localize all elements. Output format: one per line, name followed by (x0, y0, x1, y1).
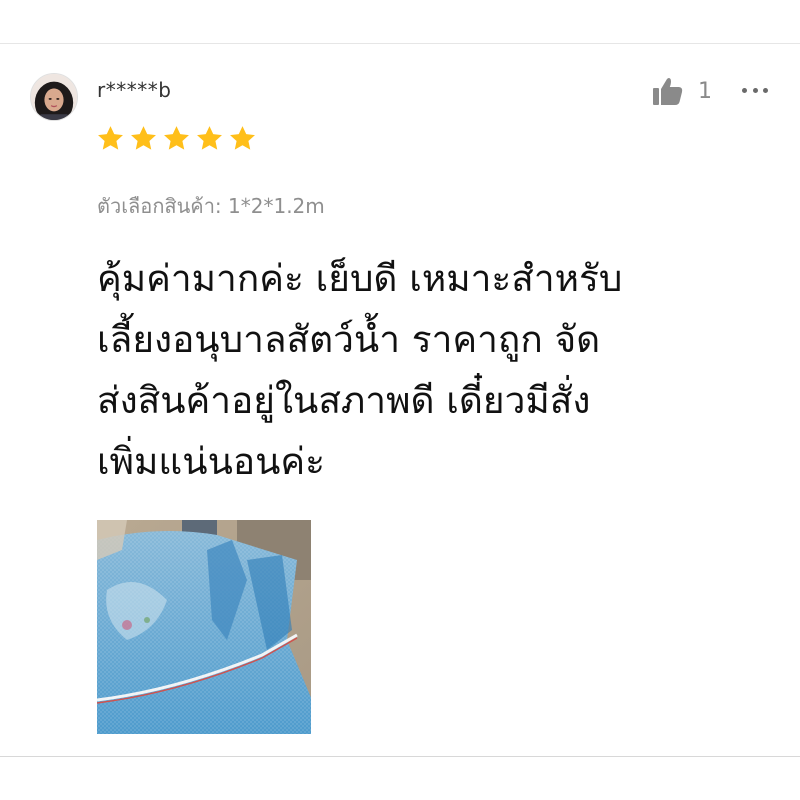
thumbs-up-icon (653, 78, 683, 105)
like-button[interactable]: 1 (652, 76, 712, 106)
star-icon (230, 126, 255, 150)
avatar-image (31, 74, 77, 120)
comment-line: เลี้ยงอนุบาลสัตว์น้ำ ราคาถูก จัด (97, 318, 601, 361)
comment-line: ส่งสินค้าอยู่ในสภาพดี เดี๋ยวมีสั่ง (97, 379, 591, 422)
comment-line: เพิ่มแน่นอนค่ะ (97, 440, 325, 483)
comment-line: คุ้มค่ามากค่ะ เย็บดี เหมาะสำหรับ (97, 257, 623, 300)
dot (752, 87, 758, 93)
more-horizontal-icon[interactable] (742, 80, 768, 100)
like-count: 1 (698, 78, 712, 104)
top-divider (0, 43, 800, 44)
review-photo[interactable] (97, 520, 311, 734)
reviewer-username: r*****b (97, 78, 172, 102)
product-variation: ตัวเลือกสินค้า: 1*2*1.2m (97, 194, 325, 218)
dot (763, 87, 768, 93)
dot (742, 87, 747, 93)
rating-stars (96, 124, 257, 153)
review-comment: คุ้มค่ามากค่ะ เย็บดี เหมาะสำหรับ เลี้ยงอ… (97, 248, 777, 492)
star-icon (197, 126, 222, 150)
review-photo-image (97, 520, 311, 734)
bottom-divider (0, 756, 800, 757)
star-icon (131, 126, 156, 150)
star-icon (164, 126, 189, 150)
star-icon (98, 126, 123, 150)
avatar[interactable] (30, 73, 78, 121)
